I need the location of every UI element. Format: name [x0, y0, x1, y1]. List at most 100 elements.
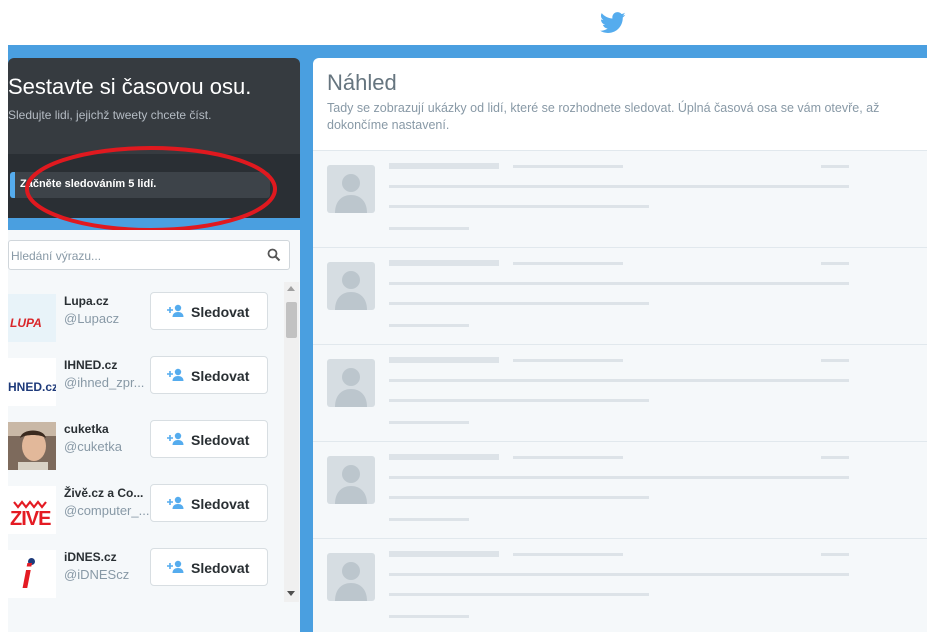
- preview-panel: Náhled Tady se zobrazují ukázky od lidí,…: [313, 58, 927, 632]
- avatar: LUPA: [8, 294, 56, 342]
- user-handle[interactable]: @iDNEScz: [64, 567, 150, 582]
- red-annotation-ellipse: [25, 146, 277, 232]
- list-item: LUPA Lupa.cz @Lupacz Sledovat: [8, 290, 283, 354]
- placeholder-bar: [389, 615, 469, 618]
- follow-label: Sledovat: [191, 304, 250, 320]
- placeholder-bar: [389, 260, 499, 266]
- avatar-logo-text: ZIVE: [10, 508, 51, 530]
- placeholder-avatar-icon: [327, 262, 375, 310]
- preview-title: Náhled: [327, 70, 397, 95]
- search-input[interactable]: Hledání výrazu...: [8, 240, 290, 270]
- placeholder-avatar-icon: [327, 456, 375, 504]
- add-user-icon: [167, 304, 184, 317]
- list-item: cuketka @cuketka Sledovat: [8, 418, 283, 482]
- placeholder-bar: [389, 302, 649, 305]
- placeholder-bar: [389, 421, 469, 424]
- avatar-logo-text: HNED.cz: [8, 380, 56, 394]
- placeholder-avatar-icon: [327, 165, 375, 213]
- placeholder-bar: [389, 496, 649, 499]
- user-name[interactable]: cuketka: [64, 422, 150, 436]
- follow-label: Sledovat: [191, 560, 250, 576]
- add-user-icon: [167, 496, 184, 509]
- avatar: i: [8, 550, 56, 598]
- follow-button[interactable]: Sledovat: [150, 356, 268, 394]
- placeholder-tweet-row: [313, 150, 927, 246]
- suggestion-scrollbar[interactable]: [284, 282, 299, 602]
- placeholder-bar: [389, 379, 849, 382]
- placeholder-bar: [389, 205, 649, 208]
- add-user-icon: [167, 432, 184, 445]
- scroll-thumb[interactable]: [286, 302, 297, 338]
- add-user-icon: [167, 368, 184, 381]
- scroll-down-arrow-icon[interactable]: [287, 591, 295, 596]
- placeholder-bar: [821, 165, 849, 168]
- placeholder-bar: [513, 456, 623, 459]
- placeholder-bar: [389, 324, 469, 327]
- placeholder-tweet-row: [313, 344, 927, 440]
- avatar: [8, 422, 56, 470]
- follow-label: Sledovat: [191, 432, 250, 448]
- placeholder-bar: [389, 593, 649, 596]
- progress-fill: [10, 172, 16, 198]
- preview-description: Tady se zobrazují ukázky od lidí, které …: [327, 101, 880, 132]
- person-photo-icon: [8, 422, 56, 470]
- twitter-bird-icon: [600, 12, 626, 33]
- list-item: ZIVE Živě.cz a Co... @computer_... Sledo…: [8, 482, 283, 546]
- user-name[interactable]: IHNED.cz: [64, 358, 150, 372]
- placeholder-bar: [821, 262, 849, 265]
- placeholder-tweet-row: [313, 538, 927, 634]
- search-icon[interactable]: [267, 248, 281, 262]
- placeholder-avatar-icon: [327, 359, 375, 407]
- suggestion-list: LUPA Lupa.cz @Lupacz Sledovat HNED.cz IH…: [8, 282, 283, 610]
- placeholder-tweet-row: [313, 247, 927, 343]
- search-placeholder: Hledání výrazu...: [11, 249, 102, 263]
- user-name[interactable]: Lupa.cz: [64, 294, 150, 308]
- top-bar: [0, 0, 927, 45]
- follow-label: Sledovat: [191, 496, 250, 512]
- onboarding-title: Sestavte si časovou osu.: [8, 74, 252, 99]
- placeholder-bar: [389, 551, 499, 557]
- placeholder-bar: [389, 357, 499, 363]
- placeholder-bar: [821, 553, 849, 556]
- placeholder-bar: [389, 573, 849, 576]
- placeholder-tweet-row: [313, 441, 927, 537]
- onboarding-subtitle: Sledujte lidi, jejichž tweety chcete čís…: [8, 108, 212, 122]
- placeholder-bar: [389, 282, 849, 285]
- avatar: ZIVE: [8, 486, 56, 534]
- follow-button[interactable]: Sledovat: [150, 420, 268, 458]
- placeholder-bar: [389, 227, 469, 230]
- placeholder-bar: [821, 456, 849, 459]
- list-item: i iDNES.cz @iDNEScz Sledovat: [8, 546, 283, 610]
- preview-placeholder-list: [313, 150, 927, 632]
- add-user-icon: [167, 560, 184, 573]
- user-handle[interactable]: @computer_...: [64, 503, 150, 518]
- placeholder-bar: [389, 454, 499, 460]
- placeholder-bar: [389, 163, 499, 169]
- placeholder-bar: [513, 553, 623, 556]
- placeholder-bar: [821, 359, 849, 362]
- placeholder-bar: [513, 262, 623, 265]
- user-handle[interactable]: @Lupacz: [64, 311, 150, 326]
- user-handle[interactable]: @ihned_zpr...: [64, 375, 150, 390]
- placeholder-bar: [513, 359, 623, 362]
- user-name[interactable]: Živě.cz a Co...: [64, 486, 150, 500]
- avatar: HNED.cz: [8, 358, 56, 406]
- placeholder-bar: [389, 476, 849, 479]
- follow-button[interactable]: Sledovat: [150, 484, 268, 522]
- user-name[interactable]: iDNES.cz: [64, 550, 150, 564]
- placeholder-avatar-icon: [327, 553, 375, 601]
- avatar-logo-text: LUPA: [10, 316, 42, 330]
- scroll-up-arrow-icon[interactable]: [287, 286, 295, 291]
- placeholder-bar: [389, 518, 469, 521]
- follow-button[interactable]: Sledovat: [150, 548, 268, 586]
- placeholder-bar: [513, 165, 623, 168]
- follow-label: Sledovat: [191, 368, 250, 384]
- avatar-logo-text: i: [22, 558, 32, 596]
- placeholder-bar: [389, 399, 649, 402]
- onboarding-sidebar: Sestavte si časovou osu. Sledujte lidi, …: [8, 58, 300, 632]
- user-handle[interactable]: @cuketka: [64, 439, 150, 454]
- placeholder-bar: [389, 185, 849, 188]
- list-item: HNED.cz IHNED.cz @ihned_zpr... Sledovat: [8, 354, 283, 418]
- suggestions-panel: Hledání výrazu... LUPA Lupa.cz @Lupacz S…: [8, 230, 300, 632]
- follow-button[interactable]: Sledovat: [150, 292, 268, 330]
